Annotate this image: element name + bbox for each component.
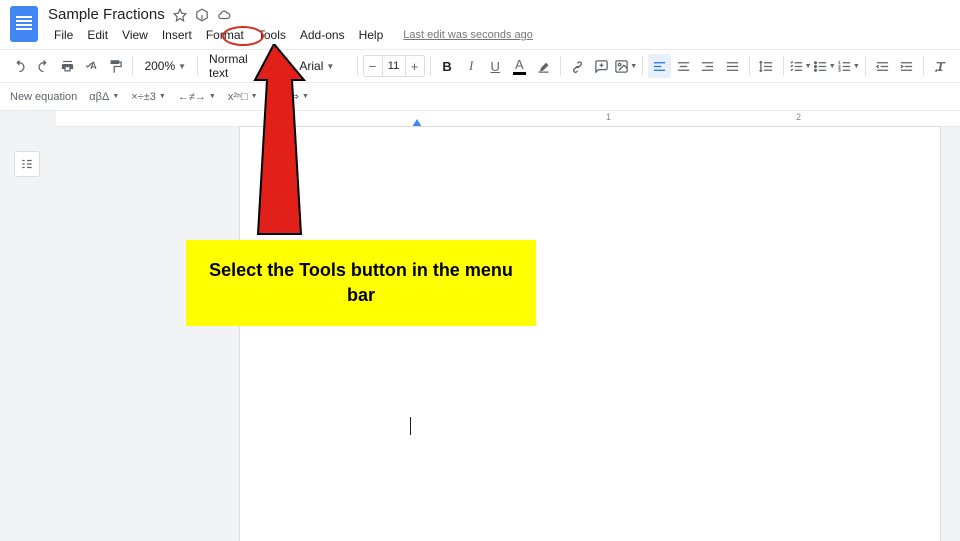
- font-size-decrease[interactable]: −: [364, 59, 382, 74]
- increase-indent-button[interactable]: [895, 54, 918, 78]
- new-equation-button[interactable]: New equation: [10, 91, 77, 103]
- menu-view[interactable]: View: [116, 25, 154, 45]
- add-comment-button[interactable]: [590, 54, 613, 78]
- docs-logo[interactable]: [10, 6, 38, 42]
- equation-toolbar: New equation αβΔ▼ ×÷±3▼ ←≠→▼ x²ⁿ□▼ ⇐⇔⇒▼: [0, 83, 960, 111]
- checklist-button[interactable]: ▼: [789, 54, 812, 78]
- bold-button[interactable]: B: [435, 54, 458, 78]
- move-icon[interactable]: [195, 8, 209, 22]
- eq-ops-dropdown[interactable]: ×÷±3▼: [131, 91, 166, 103]
- font-dropdown[interactable]: Arial▼: [293, 54, 351, 78]
- ruler[interactable]: 1 2 3: [56, 111, 960, 127]
- highlight-button[interactable]: [532, 54, 555, 78]
- print-button[interactable]: [56, 54, 79, 78]
- star-icon[interactable]: [173, 8, 187, 22]
- numbered-list-button[interactable]: 123▼: [837, 54, 860, 78]
- align-center-button[interactable]: [672, 54, 695, 78]
- font-size-increase[interactable]: +: [406, 59, 424, 74]
- insert-link-button[interactable]: [566, 54, 589, 78]
- menu-file[interactable]: File: [48, 25, 79, 45]
- eq-math-dropdown[interactable]: x²ⁿ□▼: [228, 91, 258, 103]
- font-size-value[interactable]: 11: [382, 56, 406, 76]
- style-dropdown[interactable]: Normal text▼: [203, 54, 282, 78]
- paint-format-button[interactable]: [104, 54, 127, 78]
- decrease-indent-button[interactable]: [871, 54, 894, 78]
- menu-help[interactable]: Help: [353, 25, 390, 45]
- menu-tools[interactable]: Tools: [252, 25, 292, 45]
- align-right-button[interactable]: [696, 54, 719, 78]
- eq-arrows-dropdown[interactable]: ⇐⇔⇒▼: [270, 90, 309, 103]
- insert-image-button[interactable]: ▼: [614, 54, 637, 78]
- italic-button[interactable]: I: [460, 54, 483, 78]
- bulleted-list-button[interactable]: ▼: [813, 54, 836, 78]
- align-left-button[interactable]: [648, 54, 671, 78]
- line-spacing-button[interactable]: [755, 54, 778, 78]
- underline-button[interactable]: U: [484, 54, 507, 78]
- main-toolbar: 200%▼ Normal text▼ Arial▼ − 11 + B I U A…: [0, 49, 960, 83]
- menu-addons[interactable]: Add-ons: [294, 25, 351, 45]
- document-page[interactable]: [240, 127, 940, 541]
- ruler-tick-1: 1: [606, 112, 611, 122]
- menu-edit[interactable]: Edit: [81, 25, 114, 45]
- last-edit-link[interactable]: Last edit was seconds ago: [403, 29, 533, 41]
- outline-toggle-button[interactable]: [14, 151, 40, 177]
- clear-formatting-button[interactable]: [929, 54, 952, 78]
- text-cursor: [410, 417, 411, 435]
- text-color-button[interactable]: A: [508, 54, 531, 78]
- undo-button[interactable]: [8, 54, 31, 78]
- doc-title[interactable]: Sample Fractions: [48, 6, 165, 23]
- eq-greek-dropdown[interactable]: αβΔ▼: [89, 91, 119, 103]
- zoom-dropdown[interactable]: 200%▼: [138, 54, 192, 78]
- redo-button[interactable]: [32, 54, 55, 78]
- eq-relations-dropdown[interactable]: ←≠→▼: [178, 91, 216, 103]
- menu-insert[interactable]: Insert: [156, 25, 198, 45]
- ruler-tick-2: 2: [796, 112, 801, 122]
- menu-format[interactable]: Format: [200, 25, 250, 45]
- svg-text:3: 3: [838, 67, 841, 72]
- spellcheck-button[interactable]: [80, 54, 103, 78]
- annotation-callout: Select the Tools button in the menu bar: [186, 240, 536, 326]
- align-justify-button[interactable]: [720, 54, 743, 78]
- cloud-status-icon[interactable]: [217, 8, 231, 22]
